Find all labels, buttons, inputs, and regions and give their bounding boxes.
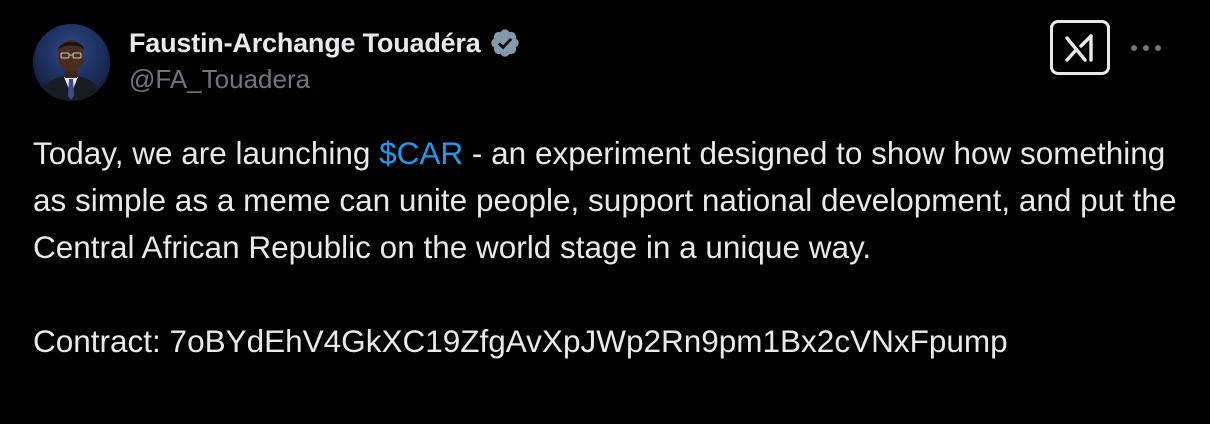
author-name-row: Faustin-Archange Touadéra [129,24,521,62]
verified-badge-icon[interactable] [489,27,521,59]
grok-button[interactable] [1050,20,1110,75]
tweet-card: Faustin-Archange Touadéra @FA_Touadera T… [0,0,1210,424]
author-display-name[interactable]: Faustin-Archange Touadéra [129,28,481,59]
author-handle[interactable]: @FA_Touadera [129,64,310,95]
tweet-body-text-start: Today, we are launching [33,135,380,171]
tweet-text: Today, we are launching $CAR - an experi… [33,130,1183,365]
more-options-button[interactable] [1128,30,1164,66]
cashtag-link[interactable]: $CAR [379,135,463,171]
more-options-icon [1131,45,1161,51]
avatar[interactable] [33,24,110,101]
avatar-image [33,24,110,101]
contract-address-line: Contract: 7oBYdEhV4GkXC19ZfgAvXpJWp2Rn9p… [33,323,1008,359]
tweet-body-paragraph: Today, we are launching $CAR - an experi… [33,130,1183,271]
grok-icon [1065,33,1093,62]
